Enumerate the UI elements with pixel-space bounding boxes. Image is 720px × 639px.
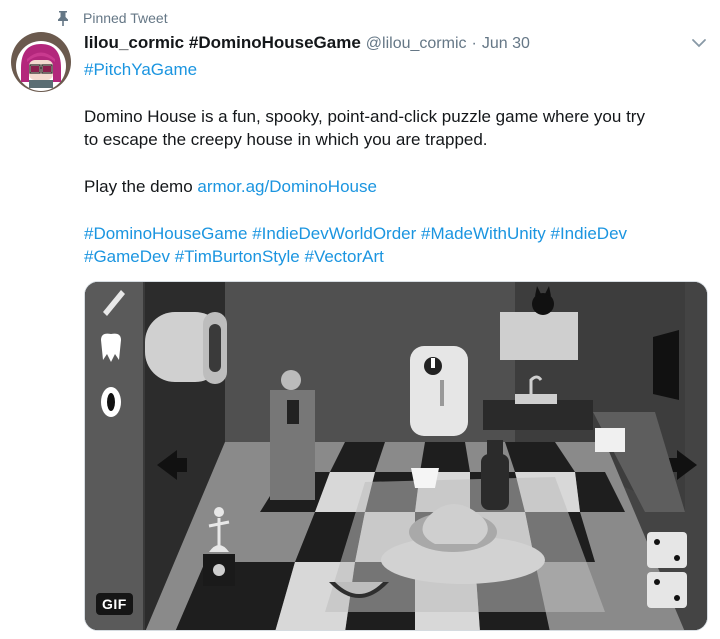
hashtag[interactable]: #VectorArt [304, 247, 383, 266]
pinned-label-row: Pinned Tweet [56, 8, 168, 28]
hashtag[interactable]: #MadeWithUnity [421, 224, 546, 243]
display-name[interactable]: lilou_cormic #DominoHouseGame [84, 33, 361, 53]
hashtags-line-1: #DominoHouseGame #IndieDevWorldOrder #Ma… [84, 222, 627, 245]
pinned-tweet-label: Pinned Tweet [83, 10, 168, 26]
hashtag[interactable]: #GameDev [84, 247, 170, 266]
hashtag-pitchyagame[interactable]: #PitchYaGame [84, 58, 197, 81]
separator-dot: · [471, 35, 477, 52]
gif-media[interactable]: GIF [84, 281, 708, 631]
hashtag[interactable]: #DominoHouseGame [84, 224, 247, 243]
demo-line: Play the demo armor.ag/DominoHouse [84, 175, 377, 198]
hashtag[interactable]: #IndieDevWorldOrder [252, 224, 416, 243]
hashtag[interactable]: #TimBurtonStyle [175, 247, 300, 266]
demo-link[interactable]: armor.ag/DominoHouse [197, 177, 377, 196]
pin-icon [58, 11, 68, 26]
demo-prefix: Play the demo [84, 177, 198, 196]
tweet-date[interactable]: Jun 30 [482, 35, 530, 53]
tweet-body-line-1: Domino House is a fun, spooky, point-and… [84, 107, 645, 126]
tweet-header: lilou_cormic #DominoHouseGame @lilou_cor… [84, 33, 530, 53]
hashtag[interactable]: #IndieDev [550, 224, 627, 243]
tooth-icon [101, 333, 121, 362]
gif-badge: GIF [96, 593, 133, 615]
tweet-body-line-2: to escape the creepy house in which you … [84, 130, 488, 149]
hashtags-line-2: #GameDev #TimBurtonStyle #VectorArt [84, 245, 384, 268]
user-handle[interactable]: @lilou_cormic [366, 35, 467, 53]
chevron-down-icon[interactable] [690, 36, 708, 50]
avatar[interactable] [11, 32, 71, 92]
game-scene [85, 282, 707, 630]
